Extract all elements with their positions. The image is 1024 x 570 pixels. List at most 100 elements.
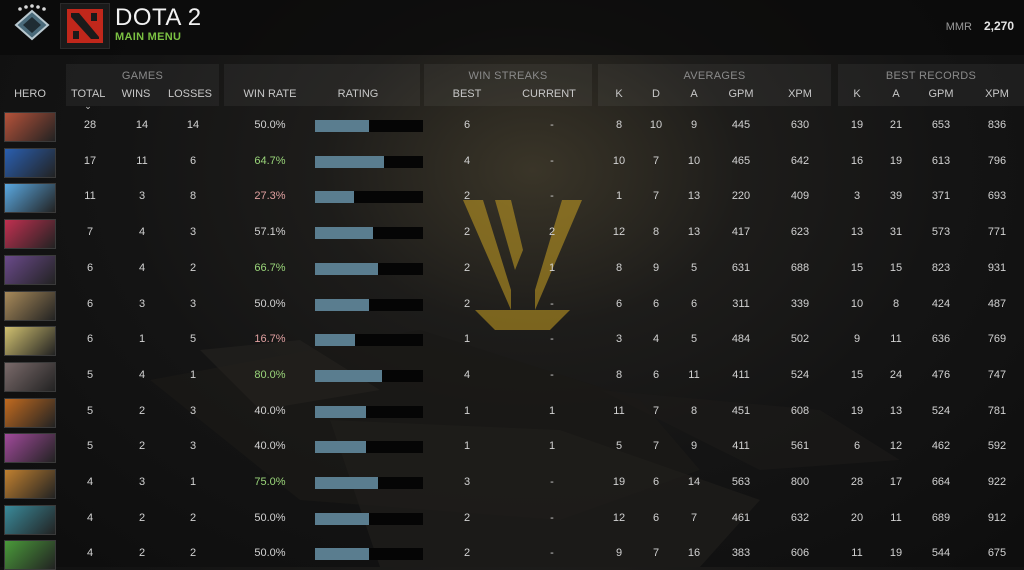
hero-portrait[interactable]: [4, 540, 56, 570]
col-hero[interactable]: HERO: [5, 88, 55, 100]
table-row[interactable]: 6 1 5 1 - 3 4 5 484 502 9 11 636 769 16.7%: [0, 324, 1024, 357]
best-streak-cell: 2: [463, 226, 471, 239]
best-gpm-cell: 823: [931, 261, 951, 274]
hero-portrait[interactable]: [4, 290, 56, 321]
total-games-cell: 4: [86, 547, 94, 560]
losses-cell: 14: [186, 119, 200, 131]
current-streak-cell: 1: [548, 440, 556, 453]
col-best-xpm[interactable]: XPM: [977, 88, 1017, 100]
table-row[interactable]: 4 2 2 2 - 9 7 16 383 606 11 19 544 675 50.0%: [0, 538, 1024, 570]
current-streak-cell: -: [550, 154, 554, 167]
total-games-cell: 28: [83, 119, 97, 131]
table-row[interactable]: 17 11 6 4 - 10 7 10 465 642 16 19 613 796 64.7%: [0, 146, 1024, 178]
avg-kills-cell: 8: [615, 261, 623, 274]
avg-xpm-cell: 608: [790, 404, 810, 417]
table-row[interactable]: 6 3 3 2 - 6 6 6 311 339 10 8 424 487 50.0%: [0, 289, 1024, 321]
app-title: DOTA 2: [115, 4, 202, 31]
table-row[interactable]: 28 14 14 6 - 8 10 9 445 630 19 21 653 836 50.0%: [0, 110, 1024, 142]
col-avg-xpm[interactable]: XPM: [780, 88, 820, 100]
current-streak-cell: -: [550, 297, 554, 310]
best-xpm-cell: 747: [987, 368, 1007, 381]
avg-gpm-cell: 411: [732, 440, 750, 453]
losses-cell: 1: [189, 476, 197, 488]
avg-deaths-cell: 6: [652, 368, 660, 381]
rating-bar: [315, 155, 423, 168]
col-avg-kills[interactable]: K: [609, 88, 629, 100]
best-gpm-cell: 371: [931, 190, 951, 203]
best-xpm-cell: 771: [987, 226, 1007, 239]
wins-cell: 2: [138, 440, 146, 453]
main-menu-link[interactable]: MAIN MENU: [115, 31, 181, 43]
avg-gpm-cell: 311: [732, 297, 750, 310]
col-total[interactable]: TOTAL ⌄: [66, 88, 110, 112]
current-streak-cell: -: [550, 511, 554, 524]
col-best-streak[interactable]: BEST: [447, 88, 487, 100]
wins-cell: 2: [138, 404, 146, 417]
hero-portrait[interactable]: [4, 504, 56, 535]
avg-assists-cell: 7: [690, 511, 698, 524]
win-rate-cell: 57.1%: [254, 226, 286, 239]
best-xpm-cell: 769: [987, 333, 1007, 346]
hero-portrait[interactable]: [4, 254, 56, 285]
table-row[interactable]: 6 4 2 2 1 8 9 5 631 688 15 15 823 931 66.7%: [0, 253, 1024, 285]
rank-medal-icon[interactable]: [8, 3, 56, 47]
best-kills-cell: 15: [850, 261, 864, 274]
avg-xpm-cell: 800: [790, 476, 810, 488]
avg-kills-cell: 1: [615, 190, 623, 203]
table-row[interactable]: 5 2 3 1 1 11 7 8 451 608 19 13 524 781 40.0%: [0, 396, 1024, 428]
col-best-kills[interactable]: K: [847, 88, 867, 100]
dota-logo-icon[interactable]: [60, 3, 110, 49]
table-row[interactable]: 5 4 1 4 - 8 6 11 411 524 15 24 476 747 80.0%: [0, 360, 1024, 392]
best-xpm-cell: 796: [987, 154, 1007, 167]
hero-portrait[interactable]: [4, 397, 56, 428]
wins-cell: 2: [138, 511, 146, 524]
losses-cell: 8: [189, 190, 197, 203]
best-kills-cell: 6: [853, 440, 861, 453]
avg-gpm-cell: 631: [731, 261, 751, 274]
col-rating[interactable]: RATING: [318, 88, 398, 100]
avg-kills-cell: 5: [615, 440, 623, 453]
hero-portrait[interactable]: [4, 469, 56, 499]
avg-gpm-cell: 563: [731, 476, 751, 488]
avg-assists-cell: 13: [687, 226, 701, 239]
hero-portrait[interactable]: [4, 112, 56, 142]
hero-portrait[interactable]: [4, 433, 56, 464]
avg-assists-cell: 11: [688, 368, 700, 381]
best-kills-cell: 13: [850, 226, 864, 239]
col-total-label: TOTAL: [70, 88, 106, 100]
col-losses[interactable]: LOSSES: [165, 88, 215, 100]
col-avg-gpm[interactable]: GPM: [721, 88, 761, 100]
avg-kills-cell: 19: [612, 476, 626, 488]
col-best-assists[interactable]: A: [884, 88, 908, 100]
col-win-rate[interactable]: WIN RATE: [235, 88, 305, 100]
table-row[interactable]: 5 2 3 1 1 5 7 9 411 561 6 12 462 592 40.0%: [0, 431, 1024, 464]
best-xpm-cell: 931: [987, 261, 1007, 274]
col-avg-deaths[interactable]: D: [644, 88, 668, 100]
total-games-cell: 11: [84, 190, 96, 203]
avg-kills-cell: 10: [612, 154, 626, 167]
rating-bar-fill: [315, 120, 369, 132]
avg-gpm-cell: 445: [731, 119, 751, 131]
table-row[interactable]: 4 3 1 3 - 19 6 14 563 800 28 17 664 922 75.0%: [0, 467, 1024, 499]
avg-xpm-cell: 339: [790, 297, 810, 310]
hero-portrait[interactable]: [4, 326, 56, 357]
avg-assists-cell: 9: [690, 440, 698, 453]
avg-kills-cell: 12: [612, 226, 626, 239]
table-row[interactable]: 7 4 3 2 2 12 8 13 417 623 13 31 573 771 57.1%: [0, 217, 1024, 250]
hero-portrait[interactable]: [4, 147, 56, 178]
col-best-gpm[interactable]: GPM: [921, 88, 961, 100]
hero-portrait[interactable]: [4, 361, 56, 392]
hero-portrait[interactable]: [4, 219, 56, 250]
avg-gpm-cell: 383: [731, 547, 751, 560]
table-row[interactable]: 4 2 2 2 - 12 6 7 461 632 20 11 689 912 50.0%: [0, 503, 1024, 535]
table-row[interactable]: 11 3 8 2 - 1 7 13 220 409 3 39 371 693 27.3%: [0, 181, 1024, 214]
col-avg-assists[interactable]: A: [682, 88, 706, 100]
col-wins[interactable]: WINS: [116, 88, 156, 100]
col-current-streak[interactable]: CURRENT: [519, 88, 579, 100]
avg-xpm-cell: 561: [790, 440, 810, 453]
best-assists-cell: 19: [889, 547, 903, 560]
best-streak-cell: 2: [463, 261, 471, 274]
rating-bar-fill: [315, 477, 378, 489]
hero-portrait[interactable]: [4, 183, 56, 214]
best-xpm-cell: 487: [987, 297, 1007, 310]
